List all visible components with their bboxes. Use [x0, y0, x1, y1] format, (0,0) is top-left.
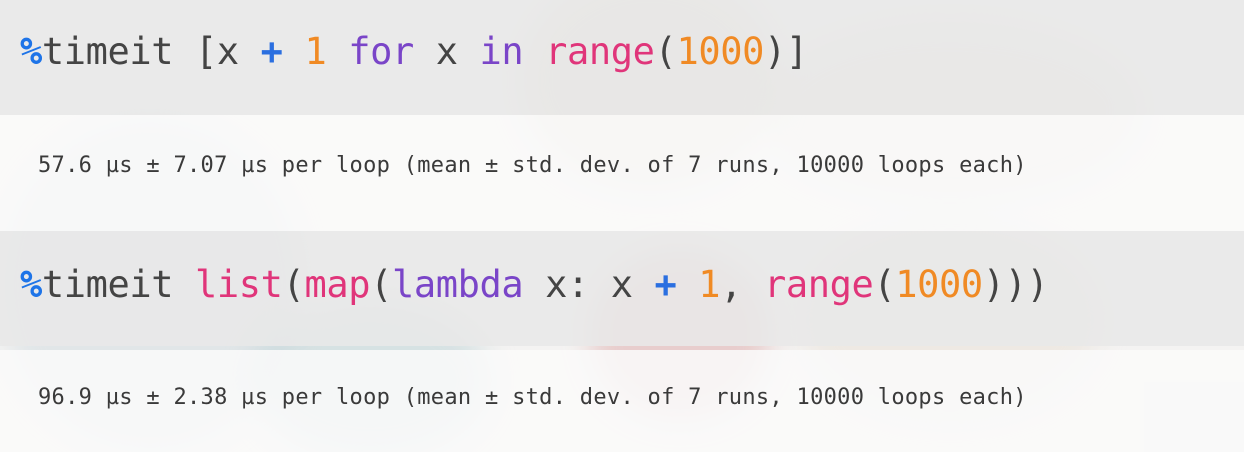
operator-token: + [654, 263, 677, 306]
code-token: x [413, 30, 480, 73]
code-token: timeit [41, 263, 196, 306]
magic-token: % [20, 263, 42, 306]
code-token: x: x [523, 263, 655, 306]
number-token: 1000 [895, 263, 983, 306]
punctuation-token: ( [654, 30, 677, 73]
punctuation-token: ))) [982, 263, 1049, 306]
output-cell-1: 57.6 µs ± 7.07 µs per loop (mean ± std. … [0, 115, 1244, 231]
keyword-token: for [348, 30, 414, 73]
operator-token: + [260, 30, 283, 73]
builtin-token: list [195, 263, 283, 306]
code-line-1[interactable]: %timeit [x + 1 for x in range(1000)] [20, 30, 808, 73]
number-token: 1000 [676, 30, 764, 73]
number-token: 1 [698, 263, 721, 306]
number-token: 1 [304, 30, 327, 73]
builtin-token: range [545, 30, 655, 73]
builtin-token: range [763, 263, 874, 306]
code-token: timeit [x [41, 30, 261, 73]
timeit-output-2: 96.9 µs ± 2.38 µs per loop (mean ± std. … [38, 385, 1027, 410]
punctuation-token: ( [282, 263, 305, 306]
builtin-token: map [304, 263, 371, 306]
punctuation-token: ( [873, 263, 896, 306]
keyword-token: lambda [391, 263, 524, 306]
punctuation-token: )] [763, 30, 808, 73]
code-token: , [720, 263, 764, 306]
output-cell-2: 96.9 µs ± 2.38 µs per loop (mean ± std. … [0, 350, 1244, 452]
code-cell-2[interactable]: %timeit list(map(lambda x: x + 1, range(… [0, 231, 1244, 346]
magic-token: % [20, 30, 42, 73]
keyword-token: in [479, 30, 524, 73]
code-line-2[interactable]: %timeit list(map(lambda x: x + 1, range(… [20, 263, 1049, 306]
code-cell-1[interactable]: %timeit [x + 1 for x in range(1000)] [0, 0, 1244, 115]
punctuation-token: ( [370, 263, 392, 306]
timeit-output-1: 57.6 µs ± 7.07 µs per loop (mean ± std. … [38, 153, 1027, 178]
